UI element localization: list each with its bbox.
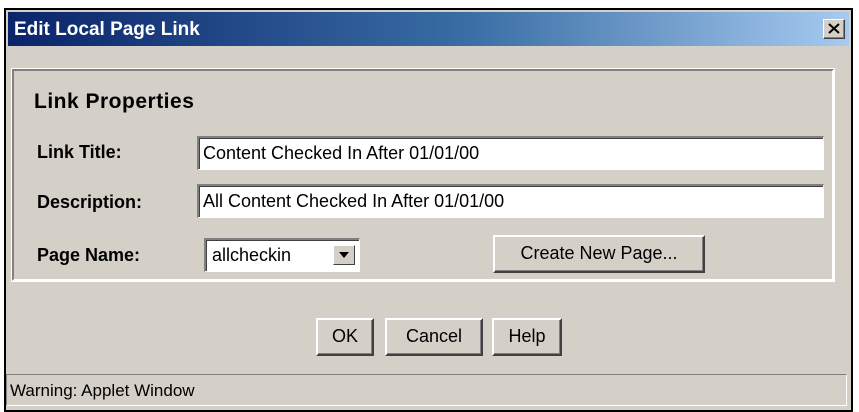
ok-button[interactable]: OK	[316, 318, 374, 356]
description-label: Description:	[37, 192, 143, 212]
cancel-button[interactable]: Cancel	[385, 318, 483, 356]
status-bar: Warning: Applet Window	[6, 374, 847, 406]
close-button[interactable]	[823, 19, 845, 39]
status-warning: Warning: Applet Window	[10, 381, 195, 400]
close-icon	[828, 23, 840, 34]
chevron-down-icon	[339, 252, 349, 258]
link-title-input[interactable]: Content Checked In After 01/01/00	[197, 136, 824, 170]
page-name-select[interactable]: allcheckin	[204, 238, 360, 272]
page-name-selected: allcheckin	[212, 245, 292, 265]
title-bar[interactable]: Edit Local Page Link	[8, 12, 849, 46]
create-new-page-button[interactable]: Create New Page...	[493, 235, 705, 273]
page-name-label: Page Name:	[37, 245, 141, 265]
link-title-label: Link Title:	[37, 142, 122, 162]
window-title: Edit Local Page Link	[14, 19, 200, 40]
group-heading: Link Properties	[34, 90, 195, 113]
help-button[interactable]: Help	[492, 318, 562, 356]
dropdown-button[interactable]	[333, 245, 355, 265]
description-input[interactable]: All Content Checked In After 01/01/00	[197, 184, 824, 218]
